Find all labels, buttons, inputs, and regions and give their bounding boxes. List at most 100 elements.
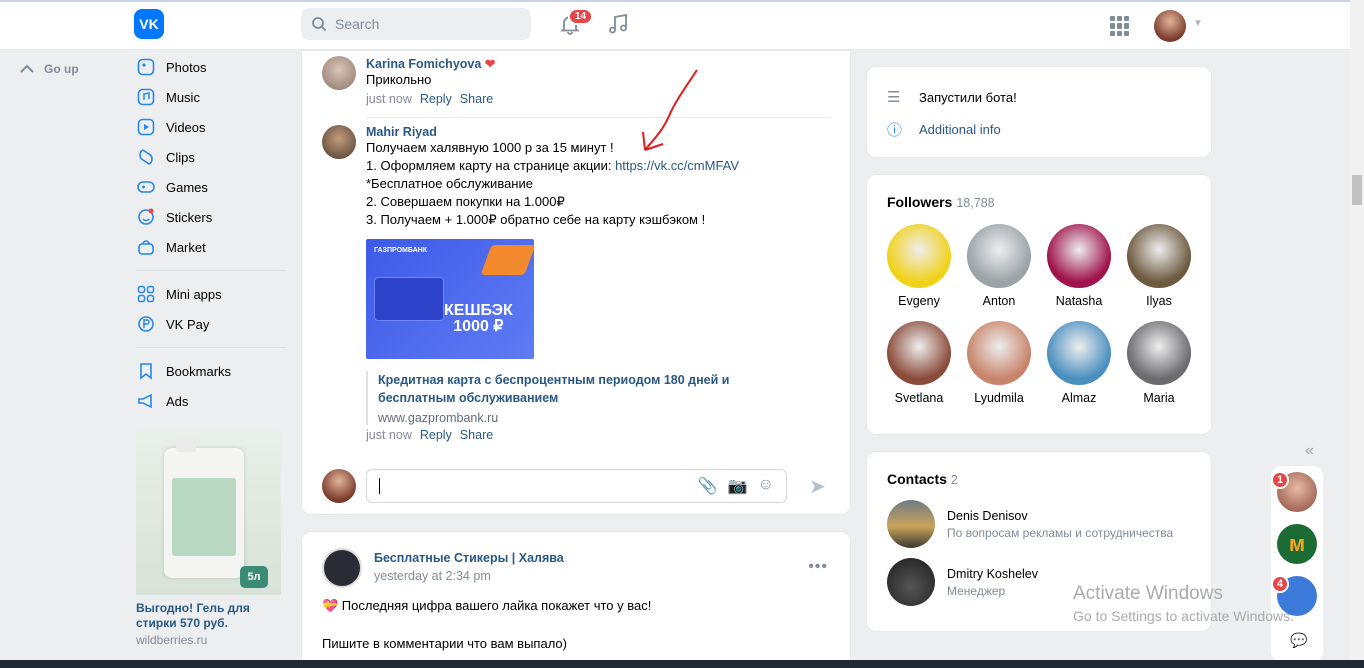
taskbar xyxy=(0,660,1364,668)
message-icon[interactable]: 💬 xyxy=(1290,632,1307,649)
gazprombank-banner-image[interactable]: ГАЗПРОМБАНК КЕШБЭК 1000 ₽ xyxy=(366,239,534,359)
comment-author[interactable]: Karina Fomichyova ❤ xyxy=(366,56,495,71)
post-time[interactable]: yesterday at 2:34 pm xyxy=(374,569,491,583)
chat-dock: 1 м 4 💬 xyxy=(1271,466,1323,662)
nav-item-clips[interactable]: Clips xyxy=(136,142,286,172)
search-box[interactable] xyxy=(301,8,531,40)
avatar[interactable] xyxy=(887,558,935,606)
contact-item[interactable]: Denis Denisov По вопросам рекламы и сотру… xyxy=(867,495,1211,553)
avatar[interactable] xyxy=(1127,224,1191,288)
link-preview-title[interactable]: Кредитная карта с беспроцентным периодом… xyxy=(378,371,806,407)
follower-name[interactable]: Anton xyxy=(967,294,1031,308)
apps-grid-icon[interactable] xyxy=(1110,16,1130,36)
link-preview-url: www.gazprombank.ru xyxy=(378,411,499,425)
chevron-down-icon[interactable]: ▼ xyxy=(1193,18,1203,29)
follower-name[interactable]: Lyudmila xyxy=(967,391,1031,405)
reply-button[interactable]: Reply xyxy=(420,428,452,442)
comment-author[interactable]: Mahir Riyad xyxy=(366,125,806,139)
comment-meta: just now Reply Share xyxy=(366,428,806,442)
avatar[interactable] xyxy=(887,224,951,288)
ad-title[interactable]: Выгодно! Гель для стирки 570 руб. xyxy=(136,601,281,631)
contacts-title[interactable]: Contacts 2 xyxy=(867,452,1211,495)
avatar[interactable] xyxy=(322,469,356,503)
post-author[interactable]: Бесплатные Стикеры | Халява xyxy=(374,551,564,565)
contact-name[interactable]: Dmitry Koshelev xyxy=(947,567,1038,581)
camera-icon[interactable]: 📷 xyxy=(728,476,748,496)
follower-item[interactable]: Lyudmila xyxy=(967,321,1031,405)
photos-icon xyxy=(136,57,156,77)
emoji-icon[interactable]: ☺ xyxy=(758,476,774,496)
follower-name[interactable]: Natasha xyxy=(1047,294,1111,308)
promo-link[interactable]: https://vk.cc/cmMFAV xyxy=(615,158,739,173)
scrollbar[interactable] xyxy=(1350,0,1364,668)
follower-name[interactable]: Svetlana xyxy=(887,391,951,405)
avatar[interactable] xyxy=(967,224,1031,288)
share-button[interactable]: Share xyxy=(460,92,493,106)
comment-line: Получаем халявную 1000 р за 15 минут ! xyxy=(366,140,614,155)
follower-item[interactable]: Anton xyxy=(967,224,1031,308)
nav-item-videos[interactable]: Videos xyxy=(136,112,286,142)
more-options-icon[interactable]: ••• xyxy=(808,558,828,576)
chat-avatar[interactable]: м xyxy=(1277,524,1317,564)
avatar[interactable] xyxy=(322,125,356,159)
music-icon[interactable] xyxy=(606,12,630,36)
follower-item[interactable]: Svetlana xyxy=(887,321,951,405)
follower-name[interactable]: Ilyas xyxy=(1127,294,1191,308)
avatar[interactable] xyxy=(967,321,1031,385)
search-input[interactable] xyxy=(335,16,515,32)
reply-button[interactable]: Reply xyxy=(420,92,452,106)
follower-item[interactable]: Almaz xyxy=(1047,321,1111,405)
windows-activation-watermark: Activate Windows Go to Settings to activ… xyxy=(1073,583,1294,624)
send-icon[interactable]: ➤ xyxy=(809,474,826,499)
comment-line: *Бесплатное обслуживание xyxy=(366,176,533,191)
nav-item-stickers[interactable]: Stickers xyxy=(136,202,286,232)
user-avatar[interactable] xyxy=(1154,10,1186,42)
nav-item-vk-pay[interactable]: VK Pay xyxy=(136,309,286,339)
avatar[interactable] xyxy=(887,321,951,385)
contact-name[interactable]: Denis Denisov xyxy=(947,509,1173,523)
follower-name[interactable]: Maria xyxy=(1127,391,1191,405)
vk-logo[interactable]: VK xyxy=(134,9,164,39)
follower-name[interactable]: Almaz xyxy=(1047,391,1111,405)
clips-icon xyxy=(136,147,156,167)
avatar[interactable] xyxy=(1047,224,1111,288)
comment-input[interactable]: 📎 📷 ☺ xyxy=(366,469,787,503)
follower-name[interactable]: Evgeny xyxy=(887,294,951,308)
followers-count: 18,788 xyxy=(956,196,995,210)
avatar[interactable] xyxy=(887,500,935,548)
nav-item-photos[interactable]: Photos xyxy=(136,52,286,82)
avatar[interactable] xyxy=(1127,321,1191,385)
nav-item-games[interactable]: Games xyxy=(136,172,286,202)
contact-role: По вопросам рекламы и сотрудничества xyxy=(947,525,1174,540)
share-button[interactable]: Share xyxy=(460,428,493,442)
comment-time[interactable]: just now xyxy=(366,92,412,106)
nav-item-mini-apps[interactable]: Mini apps xyxy=(136,279,286,309)
follower-item[interactable]: Natasha xyxy=(1047,224,1111,308)
comment-time[interactable]: just now xyxy=(366,428,412,442)
avatar[interactable] xyxy=(1047,321,1111,385)
nav-divider xyxy=(136,347,286,348)
follower-item[interactable]: Ilyas xyxy=(1127,224,1191,308)
ad-image[interactable]: 5л xyxy=(136,430,281,595)
scrollbar-thumb[interactable] xyxy=(1352,175,1362,205)
nav-item-ads[interactable]: Ads xyxy=(136,386,286,416)
nav-item-music[interactable]: Music xyxy=(136,82,286,112)
followers-title[interactable]: Followers 18,788 xyxy=(867,175,1211,210)
follower-item[interactable]: Evgeny xyxy=(887,224,951,308)
additional-info-link[interactable]: ⓘ Additional info xyxy=(867,113,1211,145)
sidebar-ad[interactable]: 5л Выгодно! Гель для стирки 570 руб. wil… xyxy=(136,430,281,647)
nav-item-bookmarks[interactable]: Bookmarks xyxy=(136,356,286,386)
post-card: Бесплатные Стикеры | Халява yesterday at… xyxy=(301,531,851,668)
notifications-badge: 14 xyxy=(568,8,594,25)
nav-item-market[interactable]: Market xyxy=(136,232,286,262)
bank-card-graphic xyxy=(374,277,444,321)
follower-item[interactable]: Maria xyxy=(1127,321,1191,405)
go-up-button[interactable]: Go up xyxy=(20,62,79,76)
collapse-icon[interactable]: « xyxy=(1305,442,1314,460)
link-preview[interactable]: Кредитная карта с беспроцентным периодом… xyxy=(366,371,806,425)
mini-apps-icon xyxy=(136,284,156,304)
community-avatar[interactable] xyxy=(322,548,362,588)
avatar[interactable] xyxy=(322,56,356,90)
attach-icon[interactable]: 📎 xyxy=(698,476,718,496)
banner-headline: КЕШБЭК 1000 ₽ xyxy=(444,302,513,335)
